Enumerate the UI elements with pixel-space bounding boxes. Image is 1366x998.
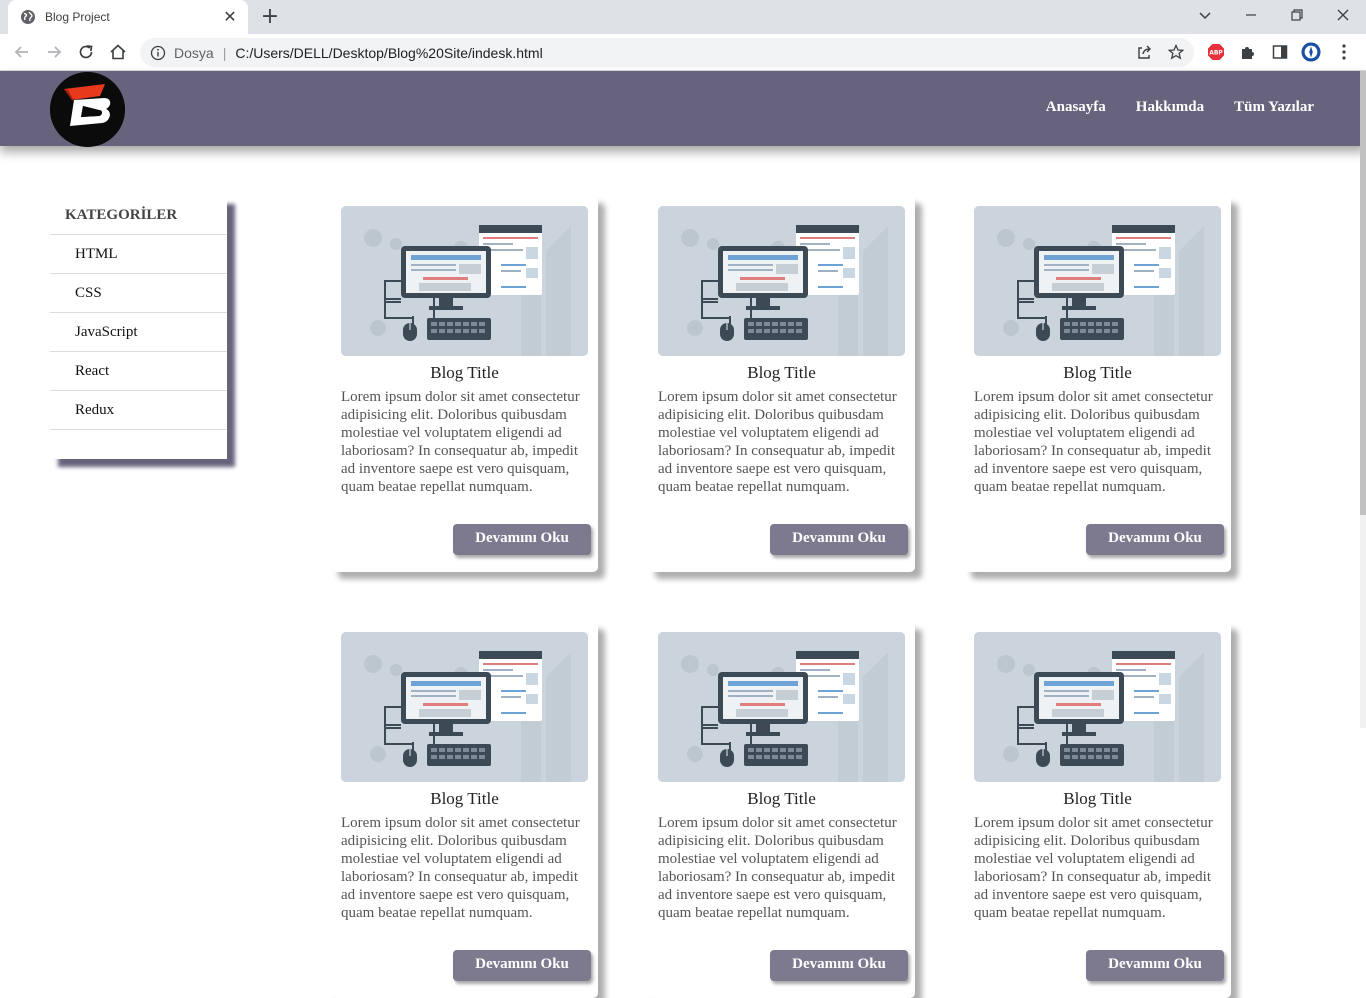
blog-card-title: Blog Title: [747, 789, 816, 808]
browser-tab[interactable]: Blog Project ✕: [8, 0, 248, 34]
tab-close-icon[interactable]: ✕: [222, 7, 238, 27]
arrow-right-icon[interactable]: [42, 40, 66, 64]
categories-sidebar: KATEGORİLER HTML CSS JavaScript React Re…: [50, 196, 227, 459]
browser-toolbar: Dosya | C:/Users/DELL/Desktop/Blog%20Sit…: [0, 34, 1366, 71]
blog-card-title: Blog Title: [747, 363, 816, 382]
browser-tab-bar: Blog Project ✕ +: [0, 0, 1366, 34]
category-item-html[interactable]: HTML: [50, 235, 227, 274]
blog-card-image: [341, 206, 588, 356]
minimize-icon[interactable]: [1228, 0, 1274, 30]
window-close-icon[interactable]: [1320, 0, 1366, 30]
nav-link-home[interactable]: Anasayfa: [1046, 99, 1106, 116]
blog-card-title: Blog Title: [1063, 363, 1132, 382]
blog-card-image: [974, 206, 1221, 356]
blog-card-excerpt: Lorem ipsum dolor sit amet consectetur a…: [341, 815, 580, 921]
read-more-button[interactable]: Devamını Oku: [770, 950, 908, 981]
svg-text:ABP: ABP: [1209, 50, 1223, 57]
address-bar[interactable]: Dosya | C:/Users/DELL/Desktop/Blog%20Sit…: [140, 38, 1194, 67]
read-more-button[interactable]: Devamını Oku: [1086, 524, 1224, 555]
kebab-menu-icon[interactable]: [1334, 42, 1354, 62]
blog-card-excerpt: Lorem ipsum dolor sit amet consectetur a…: [974, 815, 1213, 921]
blog-card-excerpt: Lorem ipsum dolor sit amet consectetur a…: [341, 389, 580, 495]
blog-card: Blog Title Lorem ipsum dolor sit amet co…: [964, 622, 1231, 998]
nav-link-all-posts[interactable]: Tüm Yazılar: [1234, 99, 1314, 116]
read-more-button[interactable]: Devamını Oku: [1086, 950, 1224, 981]
blog-card-image: [658, 206, 905, 356]
blog-card-title: Blog Title: [430, 789, 499, 808]
url-scheme: Dosya: [174, 44, 214, 61]
info-icon[interactable]: [150, 45, 166, 61]
blog-card-title: Blog Title: [1063, 789, 1132, 808]
page-scrollbar[interactable]: [1360, 71, 1366, 728]
blog-card-excerpt: Lorem ipsum dolor sit amet consectetur a…: [974, 389, 1213, 495]
site-header: Anasayfa Hakkımda Tüm Yazılar: [0, 71, 1366, 147]
restore-icon[interactable]: [1274, 0, 1320, 30]
puzzle-icon[interactable]: [1238, 42, 1258, 62]
blog-card: Blog Title Lorem ipsum dolor sit amet co…: [964, 196, 1231, 572]
main-nav: Anasayfa Hakkımda Tüm Yazılar: [1046, 99, 1314, 116]
arrow-left-icon[interactable]: [10, 40, 34, 64]
categories-title: KATEGORİLER: [50, 196, 227, 235]
tab-search-chevron-down-icon[interactable]: [1182, 0, 1228, 30]
nav-link-about[interactable]: Hakkımda: [1136, 99, 1204, 116]
read-more-button[interactable]: Devamını Oku: [453, 950, 591, 981]
reload-icon[interactable]: [74, 40, 98, 64]
scrollbar-thumb[interactable]: [1360, 71, 1366, 515]
url-text[interactable]: C:/Users/DELL/Desktop/Blog%20Site/indesk…: [235, 45, 542, 61]
blog-card-image: [341, 632, 588, 782]
blog-card-excerpt: Lorem ipsum dolor sit amet consectetur a…: [658, 815, 897, 921]
read-more-button[interactable]: Devamını Oku: [770, 524, 908, 555]
side-panel-icon[interactable]: [1270, 42, 1290, 62]
blog-card-title: Blog Title: [430, 363, 499, 382]
new-tab-button[interactable]: +: [258, 5, 282, 29]
star-icon[interactable]: [1164, 40, 1188, 64]
abp-icon[interactable]: ABP: [1206, 42, 1226, 62]
url-separator: |: [222, 44, 227, 61]
site-logo[interactable]: [50, 72, 125, 147]
blog-card-image: [974, 632, 1221, 782]
globe-icon: [21, 10, 35, 24]
home-icon[interactable]: [106, 40, 130, 64]
avatar-icon[interactable]: [1301, 42, 1321, 62]
blog-card: Blog Title Lorem ipsum dolor sit amet co…: [648, 622, 915, 998]
category-item-javascript[interactable]: JavaScript: [50, 313, 227, 352]
blog-card-image: [658, 632, 905, 782]
blog-card: Blog Title Lorem ipsum dolor sit amet co…: [331, 622, 598, 998]
blog-card-excerpt: Lorem ipsum dolor sit amet consectetur a…: [658, 389, 897, 495]
read-more-button[interactable]: Devamını Oku: [453, 524, 591, 555]
category-item-css[interactable]: CSS: [50, 274, 227, 313]
tab-title: Blog Project: [45, 10, 110, 24]
category-item-redux[interactable]: Redux: [50, 391, 227, 430]
blog-card: Blog Title Lorem ipsum dolor sit amet co…: [331, 196, 598, 572]
share-icon[interactable]: [1132, 40, 1156, 64]
blog-card: Blog Title Lorem ipsum dolor sit amet co…: [648, 196, 915, 572]
category-item-react[interactable]: React: [50, 352, 227, 391]
